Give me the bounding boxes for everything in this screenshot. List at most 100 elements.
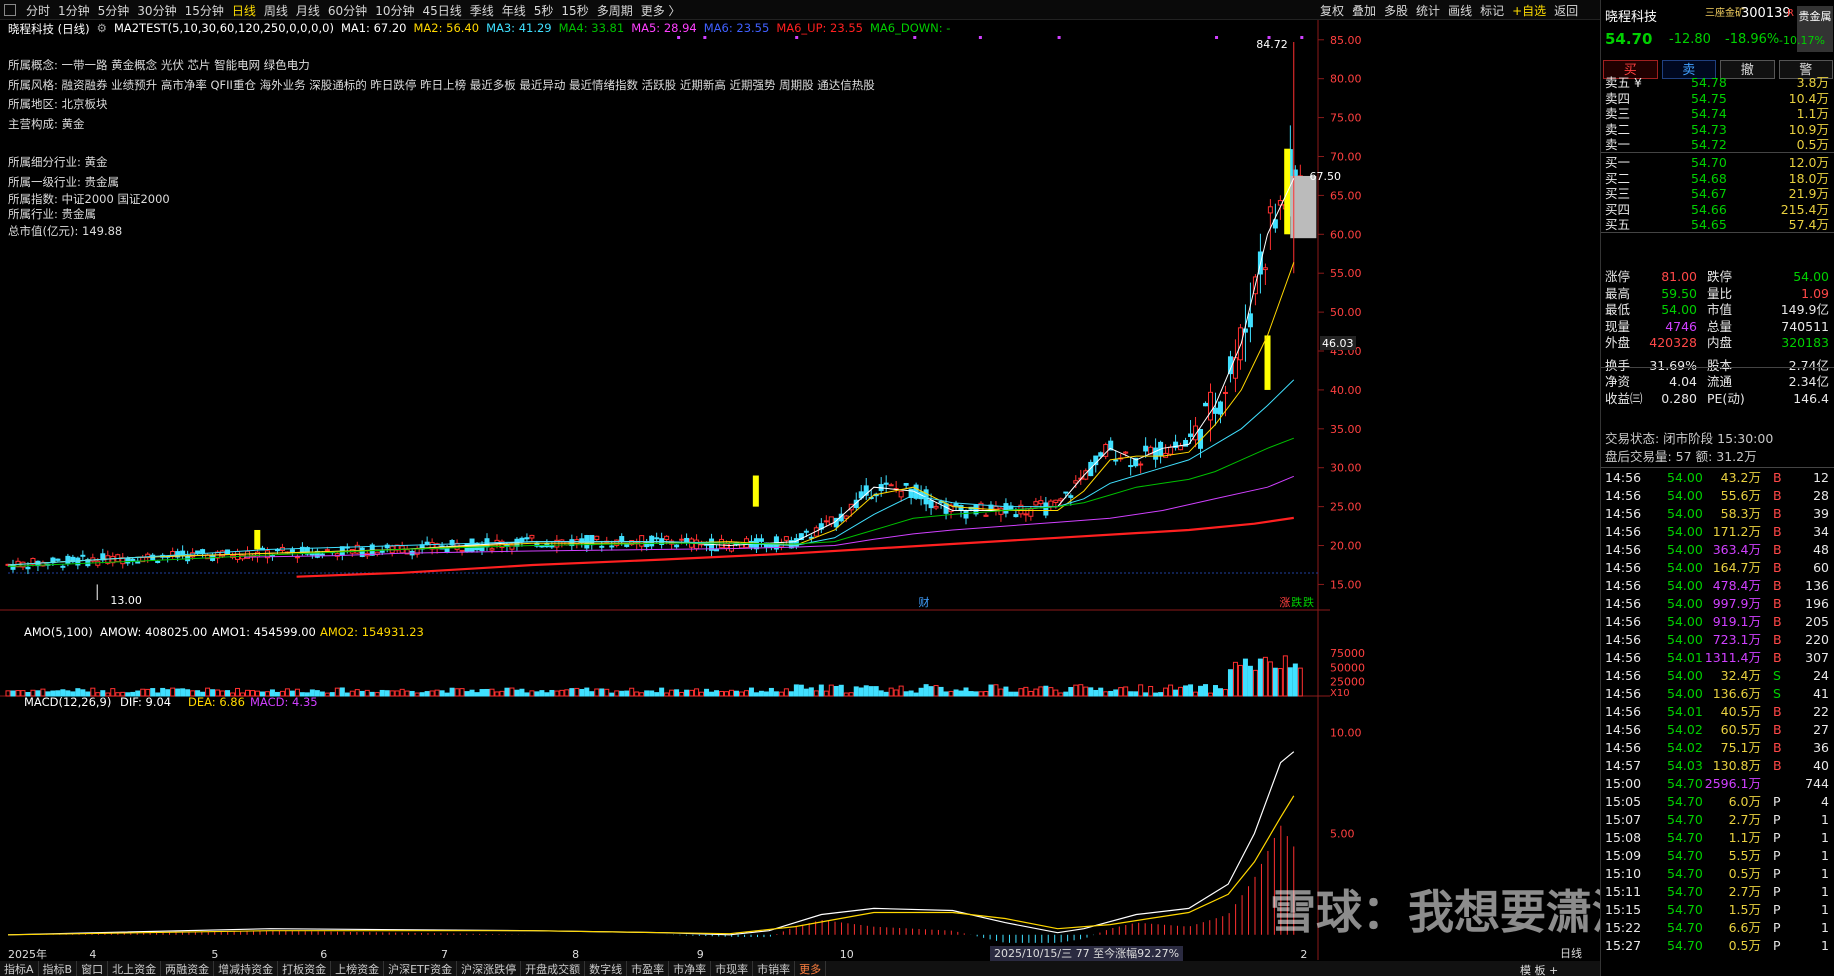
bottom-tab[interactable]: 两融资金 bbox=[161, 961, 215, 976]
candle-body bbox=[1113, 459, 1119, 462]
period-tab[interactable]: 15分钟 bbox=[185, 2, 224, 19]
business-info: 主营构成: 黄金 bbox=[8, 116, 85, 131]
amo-bar bbox=[659, 687, 665, 697]
amo-bar bbox=[414, 692, 420, 697]
amo-bar bbox=[5, 690, 11, 697]
amo-bar bbox=[848, 692, 854, 697]
settings-icon[interactable]: ⚙ bbox=[97, 21, 107, 37]
period-tab[interactable]: 年线 bbox=[502, 2, 526, 19]
bottom-tab[interactable]: 沪深ETF资金 bbox=[384, 961, 458, 976]
candle-body bbox=[1267, 206, 1273, 214]
bottom-tab[interactable]: 市净率 bbox=[669, 961, 712, 976]
tool-button[interactable]: 统计 bbox=[1416, 2, 1440, 19]
template-menu[interactable]: 模 板 + bbox=[1520, 962, 1558, 976]
period-tab[interactable]: 5秒 bbox=[534, 2, 554, 19]
candle-body bbox=[1178, 445, 1184, 451]
amo-bar bbox=[948, 690, 954, 697]
candle-body bbox=[609, 545, 615, 548]
tick-volume: 1.1万 bbox=[1728, 830, 1761, 845]
stat-label: 现量 bbox=[1605, 318, 1631, 334]
period-tab[interactable]: 5分钟 bbox=[98, 2, 130, 19]
amo-bar bbox=[10, 690, 16, 697]
amo-bar bbox=[464, 691, 470, 697]
amo-bar bbox=[1048, 687, 1054, 697]
candle-body bbox=[1123, 451, 1129, 454]
amo-bar bbox=[1063, 691, 1069, 697]
period-tab[interactable]: 15秒 bbox=[561, 2, 588, 19]
candle-body bbox=[674, 544, 680, 548]
last-price-label: 67.50 bbox=[1310, 170, 1342, 183]
tick-time: 14:56 bbox=[1605, 470, 1642, 485]
amo-bar bbox=[1237, 664, 1243, 697]
bottom-tab[interactable]: 沪深涨跌停 bbox=[457, 961, 522, 976]
amo-bar bbox=[773, 691, 779, 697]
stat-value: 149.9亿 bbox=[1780, 302, 1829, 317]
candle-body bbox=[983, 514, 989, 517]
tick-price: 54.02 bbox=[1667, 740, 1703, 755]
bottom-tab[interactable]: 窗口 bbox=[77, 961, 109, 976]
tick-price: 54.00 bbox=[1667, 506, 1703, 521]
trade-ticks[interactable]: 14:56 54.00 43.2万 B 12 14:56 54.00 55.6万 B 28 14:5… bbox=[1601, 469, 1834, 974]
period-tab[interactable]: 周线 bbox=[264, 2, 288, 19]
candle-body bbox=[654, 537, 660, 540]
bottom-tab[interactable]: 数字线 bbox=[585, 961, 628, 976]
tool-button[interactable]: 叠加 bbox=[1352, 2, 1376, 19]
tool-button[interactable]: +自选 bbox=[1512, 2, 1546, 19]
period-tab[interactable]: 更多 〉 bbox=[641, 2, 681, 19]
stat-label: 量比 bbox=[1707, 285, 1733, 301]
period-tab[interactable]: 日线 bbox=[232, 2, 256, 19]
bottom-tab[interactable]: 市盈率 bbox=[627, 961, 670, 976]
signal-candle bbox=[1264, 335, 1271, 390]
tick-count: 1 bbox=[1821, 812, 1829, 827]
period-tab[interactable]: 多周期 bbox=[597, 2, 633, 19]
tool-button[interactable]: 标记 bbox=[1480, 2, 1504, 19]
bottom-tab[interactable]: 指标B bbox=[39, 961, 78, 976]
ma-indicator-name[interactable]: MA2TEST(5,10,30,60,120,250,0,0,0,0) bbox=[114, 21, 334, 37]
bottom-tab[interactable]: 上榜资金 bbox=[331, 961, 385, 976]
amo-bar bbox=[669, 689, 675, 697]
candle-body bbox=[933, 505, 939, 509]
amo-bar bbox=[649, 690, 655, 697]
amo-bar bbox=[1188, 684, 1194, 697]
amo-bar bbox=[918, 687, 924, 697]
period-tab[interactable]: 45日线 bbox=[422, 2, 461, 19]
candle-body bbox=[324, 549, 330, 552]
amo-bar bbox=[743, 690, 749, 697]
bottom-tab[interactable]: 市销率 bbox=[753, 961, 796, 976]
period-tab[interactable]: 30分钟 bbox=[137, 2, 176, 19]
price-tick-label: 50.00 bbox=[1330, 306, 1362, 319]
amo-bar bbox=[1108, 690, 1114, 697]
amo-bar bbox=[1282, 655, 1288, 697]
candle-body bbox=[679, 538, 685, 541]
bottom-tab[interactable]: 指标A bbox=[0, 961, 39, 976]
tick-price: 54.02 bbox=[1667, 722, 1703, 737]
period-tab[interactable]: 60分钟 bbox=[328, 2, 367, 19]
tool-button[interactable]: 返回 bbox=[1554, 2, 1578, 19]
tick-side: B bbox=[1773, 740, 1782, 755]
tick-price: 54.70 bbox=[1667, 830, 1703, 845]
sector-name[interactable]: 三座金矿 bbox=[1705, 4, 1745, 19]
tick-time: 14:56 bbox=[1605, 668, 1642, 683]
panel-toggle-icon[interactable] bbox=[4, 4, 16, 16]
period-tab[interactable]: 10分钟 bbox=[375, 2, 414, 19]
bottom-tab[interactable]: 开盘成交额 bbox=[521, 961, 586, 976]
bottom-tab[interactable]: 市现率 bbox=[711, 961, 754, 976]
tick-price: 54.00 bbox=[1667, 686, 1703, 701]
period-tab[interactable]: 季线 bbox=[470, 2, 494, 19]
tool-button[interactable]: 复权 bbox=[1320, 2, 1344, 19]
candle-body bbox=[1043, 502, 1049, 516]
tool-button[interactable]: 多股 bbox=[1384, 2, 1408, 19]
period-tab[interactable]: 月线 bbox=[296, 2, 320, 19]
tool-button[interactable]: 画线 bbox=[1448, 2, 1472, 19]
bottom-tab[interactable]: 更多 bbox=[795, 961, 827, 976]
bottom-tab[interactable]: 打板资金 bbox=[278, 961, 332, 976]
period-tab[interactable]: 分时 bbox=[26, 2, 50, 19]
tick-count: 1 bbox=[1821, 830, 1829, 845]
amo-bar bbox=[674, 689, 680, 697]
month-label: 10 bbox=[840, 948, 854, 961]
period-tab[interactable]: 1分钟 bbox=[58, 2, 90, 19]
bottom-tab[interactable]: 北上资金 bbox=[108, 961, 162, 976]
bottom-tab[interactable]: 增减持资金 bbox=[214, 961, 279, 976]
event-marker bbox=[1300, 36, 1304, 39]
tick-price: 54.00 bbox=[1667, 632, 1703, 647]
